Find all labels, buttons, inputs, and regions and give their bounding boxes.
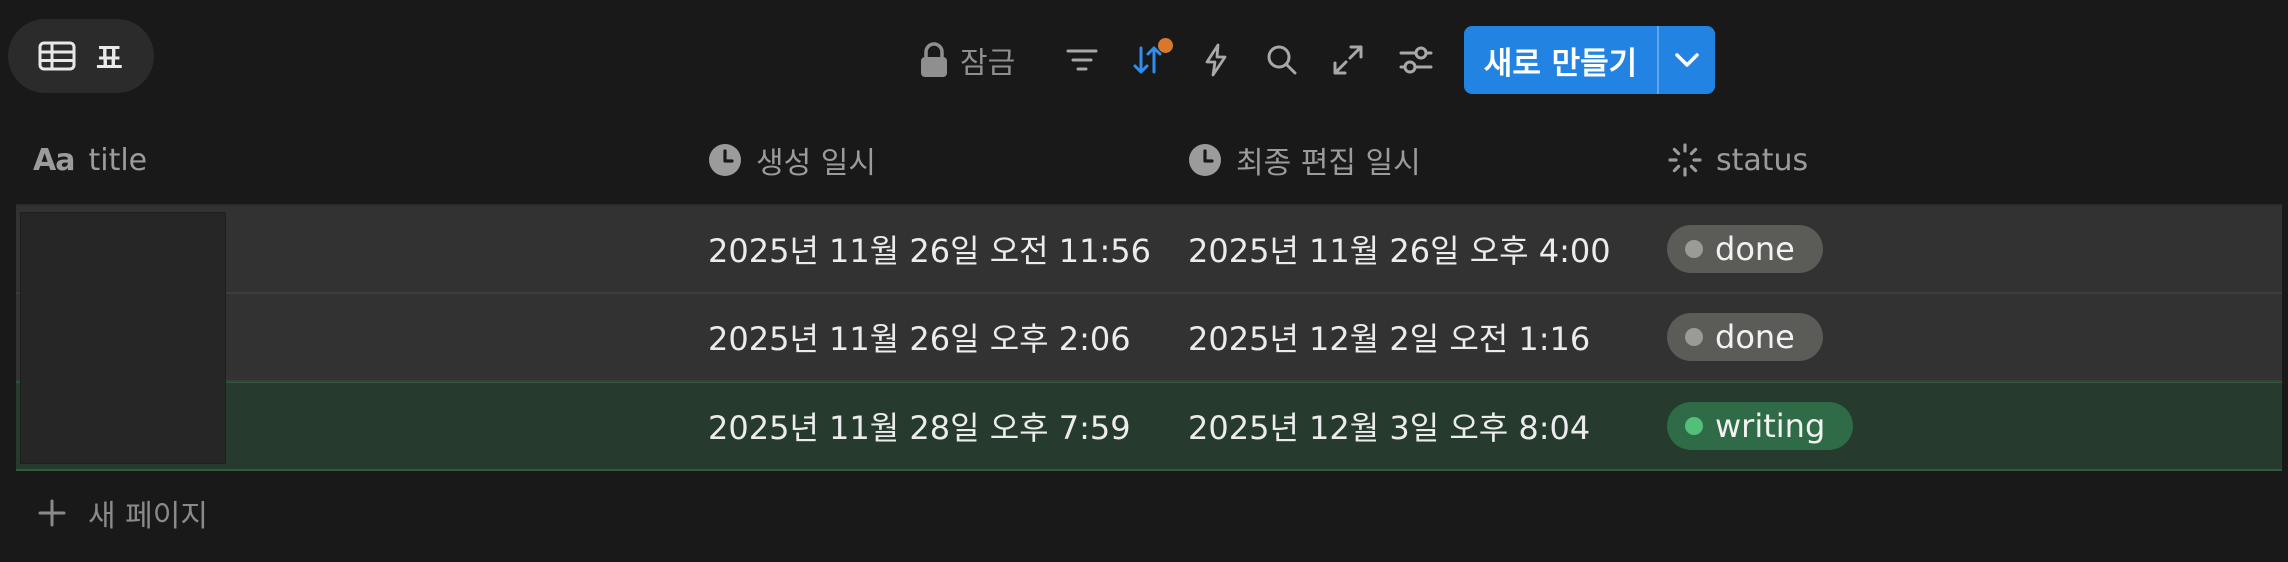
view-settings-button[interactable] (1396, 26, 1436, 94)
new-button[interactable]: 새로 만들기 (1464, 26, 1657, 94)
sort-active-badge (1158, 38, 1173, 53)
status-badge: done (1667, 313, 1823, 361)
status-icon (1668, 143, 1702, 177)
clock-icon (1189, 144, 1221, 176)
edited-cell[interactable]: 2025년 11월 26일 오후 4:00 (1188, 206, 1611, 292)
column-header-label: title (88, 142, 148, 178)
status-dot (1685, 240, 1703, 258)
status-dot (1685, 328, 1703, 346)
column-header-label: 생성 일시 (756, 146, 876, 181)
add-page-button[interactable]: 새 페이지 (38, 486, 208, 540)
table-row-selected[interactable]: 2025년 11월 28일 오후 7:59 2025년 12월 3일 오후 8:… (16, 382, 2282, 471)
title-cell-redacted[interactable] (20, 212, 226, 464)
status-badge: done (1667, 225, 1823, 273)
column-header-title[interactable]: Aa title (33, 130, 147, 190)
new-button-group: 새로 만들기 (1464, 26, 1715, 94)
created-cell[interactable]: 2025년 11월 26일 오전 11:56 (708, 206, 1151, 292)
status-badge-label: writing (1715, 407, 1826, 445)
filter-icon (1066, 49, 1098, 71)
table-body: 2025년 11월 26일 오전 11:56 2025년 11월 26일 오후 … (16, 204, 2282, 471)
expand-button[interactable] (1328, 26, 1368, 94)
table-icon (38, 41, 76, 71)
new-dropdown-button[interactable] (1659, 26, 1715, 94)
view-tab-table[interactable]: 표 (8, 19, 154, 93)
add-page-label: 새 페이지 (88, 499, 208, 534)
lock-icon (921, 42, 947, 77)
text-property-icon: Aa (33, 142, 75, 178)
created-cell[interactable]: 2025년 11월 26일 오후 2:06 (708, 294, 1131, 380)
status-badge: writing (1667, 402, 1854, 450)
lock-label: 잠금 (960, 46, 1016, 81)
column-header-label: 최종 편집 일시 (1236, 146, 1421, 181)
lightning-icon (1205, 43, 1227, 77)
plus-icon (38, 499, 66, 527)
status-cell[interactable]: done (1667, 206, 1823, 292)
lock-button[interactable]: 잠금 (920, 26, 1040, 94)
column-header-edited[interactable]: 최종 편집 일시 (1188, 130, 1421, 190)
chevron-down-icon (1675, 53, 1699, 67)
status-badge-label: done (1715, 318, 1795, 356)
column-header-label: status (1716, 142, 1809, 178)
search-icon (1267, 45, 1297, 75)
status-cell[interactable]: writing (1667, 383, 1854, 469)
view-tab-label: 표 (96, 41, 123, 75)
filter-button[interactable] (1062, 26, 1102, 94)
table-row[interactable]: 2025년 11월 26일 오전 11:56 2025년 11월 26일 오후 … (16, 206, 2282, 294)
expand-icon (1333, 45, 1363, 75)
status-badge-label: done (1715, 230, 1795, 268)
edited-cell[interactable]: 2025년 12월 3일 오후 8:04 (1188, 383, 1590, 469)
database-view: 표 잠금 새로 만들기 Aa title 생성 일시 최종 편집 일시 stat… (0, 0, 2288, 562)
table-row[interactable]: 2025년 11월 26일 오후 2:06 2025년 12월 2일 오전 1:… (16, 294, 2282, 382)
clock-icon (709, 144, 741, 176)
edited-cell[interactable]: 2025년 12월 2일 오전 1:16 (1188, 294, 1590, 380)
status-dot (1685, 417, 1703, 435)
sort-button[interactable] (1128, 26, 1173, 94)
settings-icon (1399, 46, 1433, 74)
column-header-created[interactable]: 생성 일시 (708, 130, 876, 190)
status-cell[interactable]: done (1667, 294, 1823, 380)
search-button[interactable] (1262, 26, 1302, 94)
created-cell[interactable]: 2025년 11월 28일 오후 7:59 (708, 383, 1131, 469)
column-header-status[interactable]: status (1668, 130, 1808, 190)
automation-button[interactable] (1196, 26, 1236, 94)
